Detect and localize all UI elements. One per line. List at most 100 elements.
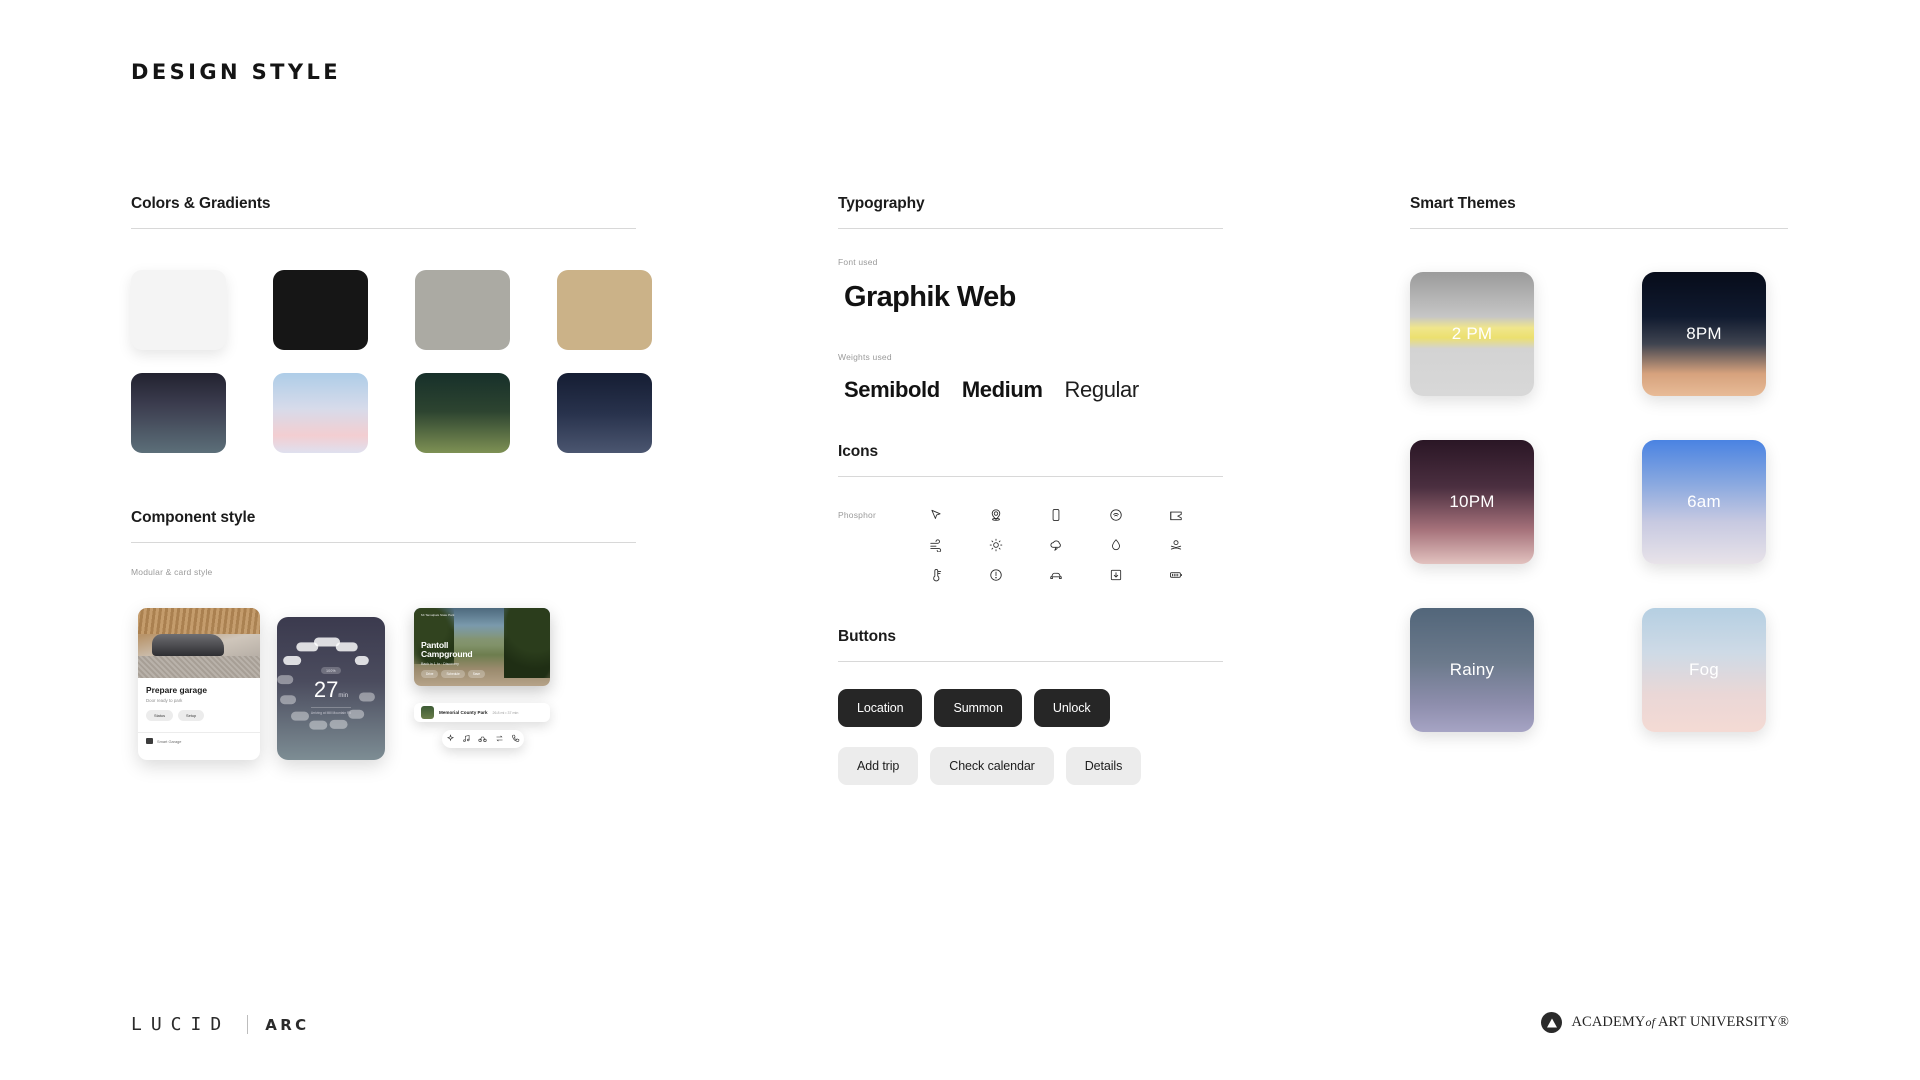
weights-used-label: Weights used (838, 352, 892, 362)
icon-library-label: Phosphor (838, 510, 876, 520)
card-subtitle: Door ready to park (146, 698, 183, 703)
swatch-warm-gray[interactable] (415, 270, 510, 350)
typography-section-heading: Typography (838, 195, 925, 212)
garage-photo (138, 608, 260, 678)
theme-label: 8PM (1686, 324, 1722, 343)
cursor-arrow-icon[interactable] (906, 508, 966, 522)
theme-label: Fog (1689, 660, 1719, 679)
garage-icon (146, 738, 153, 744)
section-divider (131, 228, 636, 229)
card-charge-timer[interactable]: 100% 27min Arriving at Mill Mountain Rd (277, 617, 385, 760)
car-icon[interactable] (1026, 568, 1086, 582)
add-trip-button[interactable]: Add trip (838, 747, 919, 785)
weight-semibold: Semibold (844, 377, 940, 402)
map-pin-icon[interactable] (966, 508, 1026, 522)
swatch-night-slate[interactable] (131, 373, 226, 453)
icon-grid (906, 508, 1206, 582)
card-title: Prepare garage (146, 685, 207, 695)
colors-section-heading: Colors & Gradients (131, 195, 271, 212)
theme-label: Rainy (1449, 660, 1495, 679)
card-footer-label: Smart Garage (157, 738, 182, 744)
camp-action-toolbar[interactable] (442, 730, 524, 748)
music-icon[interactable] (462, 730, 471, 748)
primary-button-row: Location Summon Unlock (838, 689, 1223, 727)
icons-section-heading: Icons (838, 443, 878, 460)
theme-tile-dusk[interactable]: 8PM (1642, 272, 1766, 396)
academy-logo-icon (1541, 1012, 1563, 1033)
camp-subtitle: Back in 1 hr · Discovery (421, 662, 459, 666)
campfire-icon[interactable] (1146, 538, 1206, 552)
thermometer-icon[interactable] (906, 568, 966, 582)
sun-icon[interactable] (966, 538, 1026, 552)
footer-divider (247, 1015, 249, 1034)
smart-themes-column: Smart Themes 2 PM 8PM 10PM 6am Rainy Fog (1410, 195, 1790, 732)
tree-right-decor (504, 608, 550, 678)
card-chip-setup[interactable]: Setup (178, 710, 205, 721)
phone-icon[interactable] (1026, 508, 1086, 522)
camp-chip-schedule[interactable]: Schedule (441, 670, 465, 678)
list-item-memorial-park[interactable]: Memorial County Park 26.8 mi • 37 min (414, 703, 550, 722)
camp-eyebrow: Mt Tamalpais State Park (421, 613, 455, 617)
theme-label: 6am (1687, 492, 1721, 511)
card-chip-status[interactable]: Status (146, 710, 174, 721)
charge-note: Arriving at Mill Mountain Rd (310, 706, 352, 715)
arc-wordmark: ARC (265, 1015, 310, 1034)
swatch-dawn-pastel[interactable] (273, 373, 368, 453)
swatch-near-black[interactable] (273, 270, 368, 350)
battery-icon[interactable] (1146, 568, 1206, 582)
section-divider (838, 228, 1223, 229)
secondary-button-row: Add trip Check calendar Details (838, 747, 1223, 785)
wind-icon[interactable] (906, 538, 966, 552)
camp-chip-save[interactable]: Save (467, 670, 486, 678)
lucid-wordmark: LUCID (131, 1014, 231, 1035)
warning-circle-icon[interactable] (966, 568, 1026, 582)
academy-wordmark: ACADEMYof ART UNIVERSITY® (1571, 1014, 1789, 1030)
camp-title-line2: Campground (421, 649, 473, 660)
location-button[interactable]: Location (838, 689, 923, 727)
page-title: DESIGN STYLE (131, 60, 342, 84)
wifi-icon[interactable] (1086, 508, 1146, 522)
theme-tile-fog[interactable]: Fog (1642, 608, 1766, 732)
colors-column: Colors & Gradients Component style Modul… (131, 195, 652, 783)
swatch-off-white[interactable] (131, 270, 226, 350)
check-calendar-button[interactable]: Check calendar (930, 747, 1054, 785)
sparkle-icon[interactable] (446, 730, 455, 748)
color-swatch-grid (131, 270, 652, 453)
component-card-gallery: Prepare garage Door ready to park Status… (131, 608, 636, 783)
weight-regular: Regular (1064, 377, 1140, 402)
bike-icon[interactable] (478, 730, 488, 748)
details-button[interactable]: Details (1065, 747, 1142, 785)
cloud-lightning-icon[interactable] (1026, 538, 1086, 552)
font-name: Graphik Web (844, 281, 1016, 313)
swatch-forest-olive[interactable] (415, 373, 510, 453)
themes-section-heading: Smart Themes (1410, 195, 1516, 212)
typography-column: Typography Font used Graphik Web Weights… (838, 195, 1223, 785)
download-icon[interactable] (1086, 568, 1146, 582)
tent-icon[interactable] (1146, 508, 1206, 522)
theme-label: 2 PM (1451, 324, 1493, 343)
card-prepare-garage[interactable]: Prepare garage Door ready to park Status… (138, 608, 260, 760)
park-thumbnail (421, 706, 434, 719)
swatch-deep-navy[interactable] (557, 373, 652, 453)
component-section-heading: Component style (131, 509, 256, 526)
summon-button[interactable]: Summon (934, 689, 1022, 727)
theme-tile-midday[interactable]: 2 PM (1410, 272, 1534, 396)
weight-medium: Medium (961, 377, 1043, 402)
swap-icon[interactable] (495, 730, 504, 748)
list-item-meta: 26.8 mi • 37 min (492, 710, 519, 715)
unlock-button[interactable]: Unlock (1033, 689, 1110, 727)
section-divider (1410, 228, 1788, 229)
section-divider (838, 476, 1223, 477)
font-used-label: Font used (838, 257, 878, 267)
phone-icon[interactable] (511, 730, 520, 748)
card-campground-photo[interactable]: Mt Tamalpais State Park Pantoll Campgrou… (414, 608, 550, 686)
camp-chip-drive[interactable]: Drive (421, 670, 439, 678)
theme-tile-night[interactable]: 10PM (1410, 440, 1534, 564)
charge-minutes: 27min (313, 676, 349, 702)
theme-tile-sunrise[interactable]: 6am (1642, 440, 1766, 564)
footer-brand-lockup: LUCID ARC (131, 1014, 310, 1035)
theme-tile-rainy[interactable]: Rainy (1410, 608, 1534, 732)
swatch-sand-tan[interactable] (557, 270, 652, 350)
theme-grid: 2 PM 8PM 10PM 6am Rainy Fog (1410, 272, 1790, 732)
water-drop-icon[interactable] (1086, 538, 1146, 552)
